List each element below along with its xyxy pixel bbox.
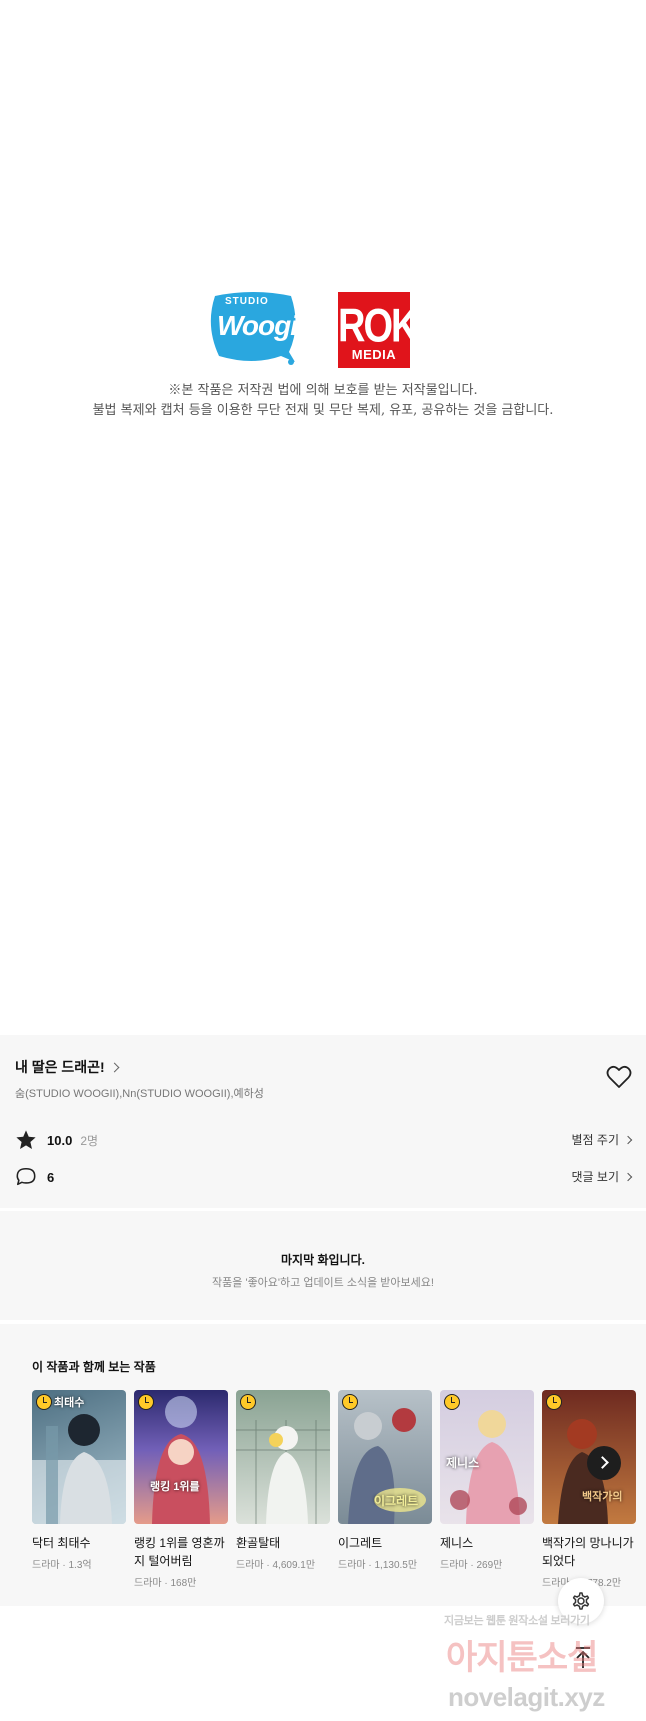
series-title-link[interactable]: 내 딸은 드래곤! [15,1057,120,1077]
watermark-domain: novelagit.xyz [448,1682,605,1712]
rating-value: 10.0 [47,1132,73,1148]
carousel-next-button[interactable] [587,1446,621,1480]
heart-icon [606,1065,632,1088]
recommendation-title: 환골탈태 [236,1536,281,1550]
rating-count: 2명 [80,1133,99,1148]
chevron-right-icon [109,1062,120,1072]
like-button[interactable] [606,1065,632,1089]
recommendation-card[interactable]: 백작가의 백작가의 망나니가 되었다 드라마 · 1,778.2만 [542,1390,636,1589]
recommendation-title: 닥터 최태수 [32,1536,91,1550]
chevron-right-icon [623,1172,633,1181]
thumbnail-title: 백작가의 [582,1491,623,1503]
gear-icon [572,1592,590,1610]
view-comments-label: 댓글 보기 [571,1170,620,1184]
recommendation-heading: 이 작품과 함께 보는 작품 [32,1360,156,1374]
recommendation-meta: 드라마 · 168만 [134,1578,197,1589]
star-icon [16,1130,36,1149]
rating-row: 10.0 2명 [15,1129,98,1151]
recommendation-panel: 이 작품과 함께 보는 작품 최태수 닥터 최태수 드라마 · 1.3억 랭킹 … [0,1324,646,1606]
scroll-top-button[interactable] [570,1644,596,1670]
recommendation-list: 최태수 닥터 최태수 드라마 · 1.3억 랭킹 1위를 랭킹 1위를 영혼까지… [32,1390,636,1589]
thumbnail: 최태수 [32,1390,126,1524]
recommendation-meta: 드라마 · 4,609.1만 [236,1560,316,1571]
recommendation-meta: 드라마 · 269만 [440,1560,503,1571]
arrow-up-icon [576,1647,590,1668]
thumbnail: 제니스 [440,1390,534,1524]
thumbnail-art [32,1414,126,1524]
recommendation-card[interactable]: 랭킹 1위를 랭킹 1위를 영혼까지 털어버림 드라마 · 168만 [134,1390,228,1589]
thumbnail-title: 제니스 [446,1456,480,1470]
copyright-line-1: ※본 작품은 저작권 법에 의해 보호를 받는 저작물입니다. [168,383,478,398]
recommendation-card[interactable]: 환골탈태 드라마 · 4,609.1만 [236,1390,330,1589]
last-episode-panel: 마지막 화입니다. 작품을 '좋아요'하고 업데이트 소식을 받아보세요! [0,1211,646,1320]
copyright-notice: ※본 작품은 저작권 법에 의해 보호를 받는 저작물입니다. 불법 복제와 캡… [0,381,646,421]
recommendation-card[interactable]: 최태수 닥터 최태수 드라마 · 1.3억 [32,1390,126,1589]
thumbnail [236,1390,330,1524]
viewer-settings-button[interactable] [558,1578,604,1624]
recommendation-card[interactable]: 제니스 제니스 드라마 · 269만 [440,1390,534,1589]
studio-woogii-logo: STUDIO Woogii [205,290,305,366]
rate-label: 별점 주기 [571,1133,620,1147]
last-episode-subtitle: 작품을 '좋아요'하고 업데이트 소식을 받아보세요! [212,1277,434,1289]
recommendation-title: 제니스 [440,1536,474,1550]
episode-info-panel: 내 딸은 드래곤! 숨(STUDIO WOOGII),Nn(STUDIO WOO… [0,1035,646,1208]
comments-row: 6 [15,1166,54,1188]
chevron-right-icon [596,1456,609,1469]
author-list: 숨(STUDIO WOOGII),Nn(STUDIO WOOGII),예하성 [15,1088,264,1100]
media-text: MEDIA [351,347,397,362]
rate-button[interactable]: 별점 주기 [571,1131,633,1148]
woogii-text: Woogii [217,310,305,341]
thumbnail-title: 이그레트 [374,1494,419,1508]
recommendation-meta: 드라마 · 1.3억 [32,1560,92,1571]
recommendation-title: 랭킹 1위를 영혼까지 털어버림 [134,1536,225,1568]
webtoon-viewer-area: STUDIO Woogii ROK MEDIA ※본 작품은 저작권 법에 의해… [0,0,646,1035]
chevron-right-icon [623,1135,633,1144]
rok-media-logo: ROK MEDIA [338,292,418,368]
thumbnail: 이그레트 [338,1390,432,1524]
publisher-logos: STUDIO Woogii ROK MEDIA [205,290,425,370]
comment-icon [16,1167,36,1186]
copyright-line-2: 불법 복제와 캡처 등을 이용한 무단 전재 및 무단 복제, 유포, 공유하는… [92,403,554,418]
last-episode-title: 마지막 화입니다. [281,1253,365,1267]
studio-text: STUDIO [225,296,269,307]
thumbnail-art [236,1420,330,1524]
view-comments-button[interactable]: 댓글 보기 [571,1168,633,1185]
thumbnail-art [152,1396,210,1524]
site-watermark: 지금보는 웹툰 원작소설 보러가기 아지툰소설 novelagit.xyz [440,1612,646,1721]
recommendation-card[interactable]: 이그레트 이그레트 드라마 · 1,130.5만 [338,1390,432,1589]
series-title: 내 딸은 드래곤! [15,1059,105,1075]
recommendation-meta: 드라마 · 1,130.5만 [338,1560,418,1571]
thumbnail-title: 랭킹 1위를 [150,1481,200,1493]
recommendation-title: 백작가의 망나니가 되었다 [542,1536,634,1568]
recommendation-title: 이그레트 [338,1536,383,1550]
comment-count: 6 [47,1169,55,1185]
thumbnail: 랭킹 1위를 [134,1390,228,1524]
